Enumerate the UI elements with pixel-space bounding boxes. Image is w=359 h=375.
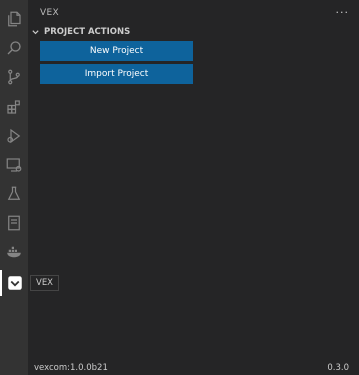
new-project-button[interactable]: New Project	[40, 41, 193, 61]
search-icon[interactable]	[0, 35, 28, 61]
footer-version-right: 0.3.0	[327, 363, 349, 373]
section-title: PROJECT ACTIONS	[44, 27, 131, 37]
testing-icon[interactable]	[0, 181, 28, 207]
source-control-icon[interactable]	[0, 64, 28, 90]
more-actions-icon[interactable]: ···	[336, 6, 350, 19]
section-project-actions[interactable]: PROJECT ACTIONS	[31, 27, 130, 37]
activity-bar	[0, 0, 28, 375]
notebook-icon[interactable]	[0, 210, 28, 236]
sidebar: VEX ··· PROJECT ACTIONS New Project Impo…	[28, 0, 359, 375]
vex-tooltip: VEX	[30, 275, 60, 291]
import-project-button[interactable]: Import Project	[40, 64, 193, 84]
explorer-icon[interactable]	[0, 6, 28, 32]
extensions-icon[interactable]	[0, 94, 28, 120]
run-debug-icon[interactable]	[0, 123, 28, 149]
footer-version-left: vexcom:1.0.0b21	[34, 363, 108, 373]
docker-icon[interactable]	[0, 239, 28, 265]
remote-explorer-icon[interactable]	[0, 152, 28, 178]
vex-icon[interactable]	[0, 270, 28, 296]
chevron-down-icon	[32, 29, 39, 34]
sidebar-title: VEX	[40, 8, 59, 18]
